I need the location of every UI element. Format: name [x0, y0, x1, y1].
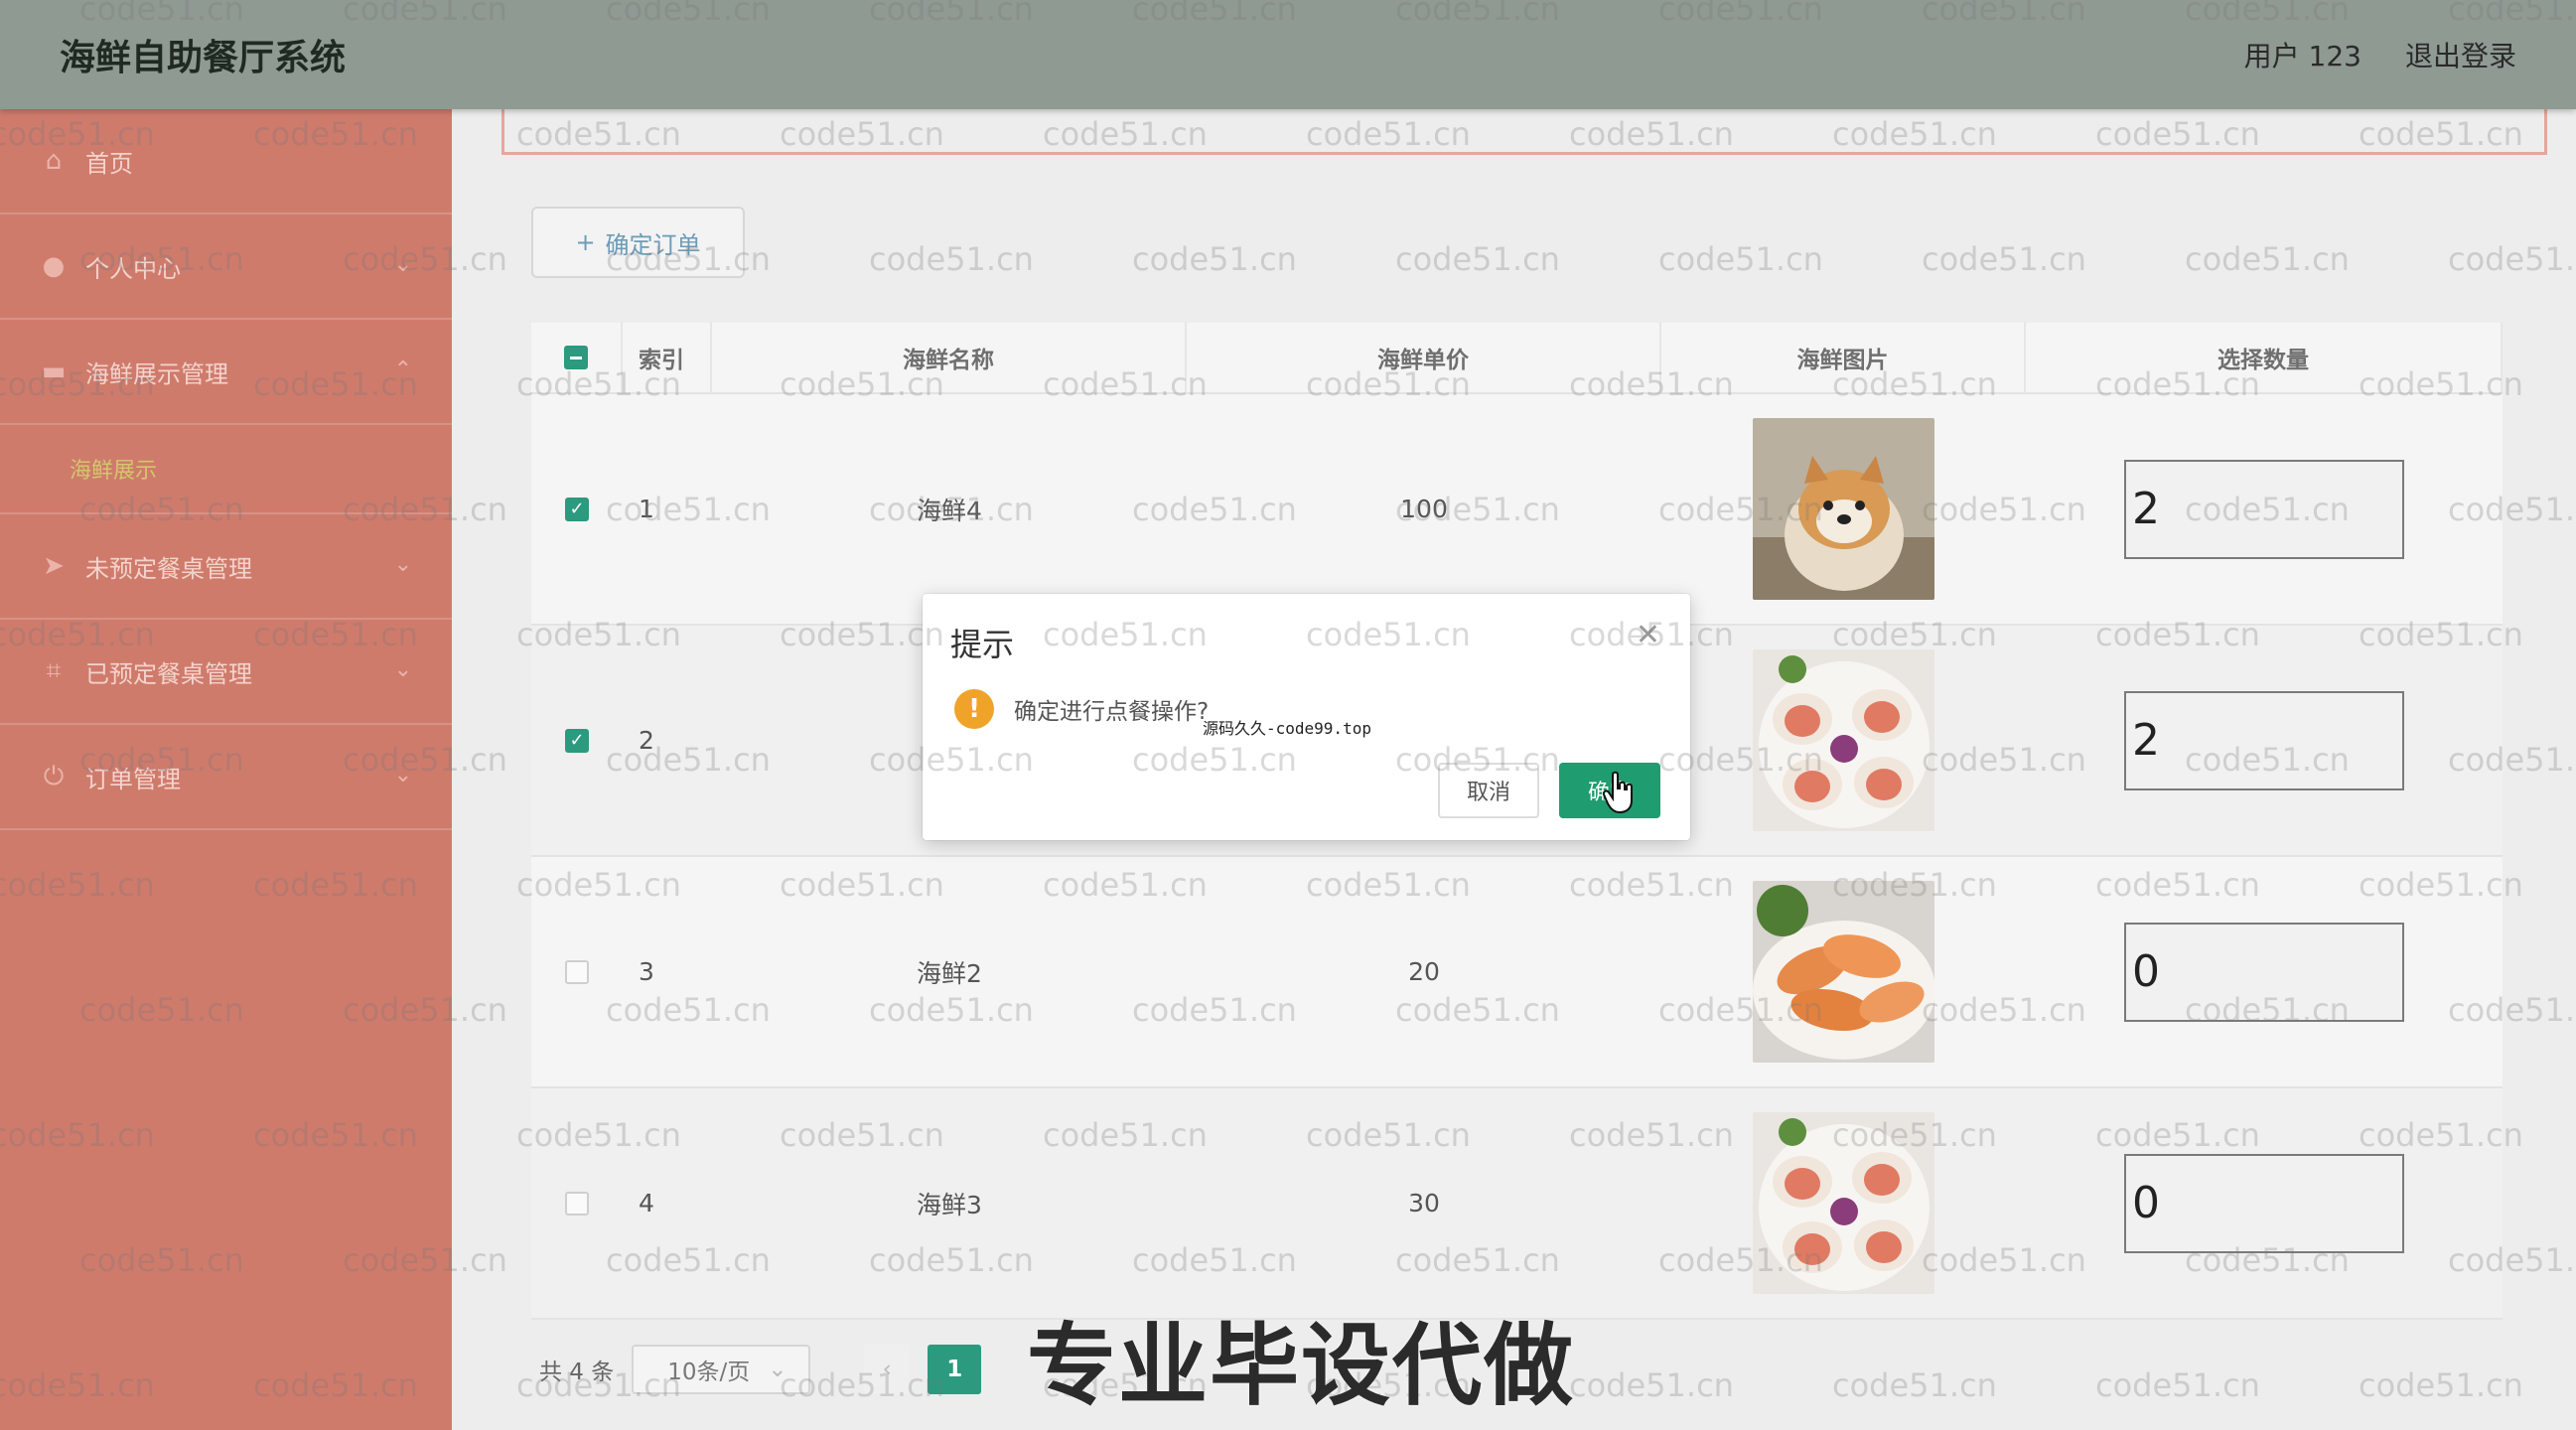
cancel-button[interactable]: 取消	[1438, 763, 1539, 818]
dialog-body: ! 确定进行点餐操作?	[954, 689, 1209, 729]
close-icon[interactable]: ✕	[1636, 618, 1660, 652]
promo-caption: 专业毕设代做	[1027, 1314, 1575, 1418]
dialog-title: 提示	[950, 626, 1015, 663]
dialog-message: 确定进行点餐操作?	[1014, 699, 1210, 725]
dialog-source-note: 源码久久-code99.top	[1203, 719, 1371, 738]
confirm-dialog: 提示 ✕ ! 确定进行点餐操作? 源码久久-code99.top 取消 确定	[923, 594, 1690, 840]
warning-icon: !	[954, 689, 994, 729]
hand-cursor-icon	[1603, 771, 1633, 814]
